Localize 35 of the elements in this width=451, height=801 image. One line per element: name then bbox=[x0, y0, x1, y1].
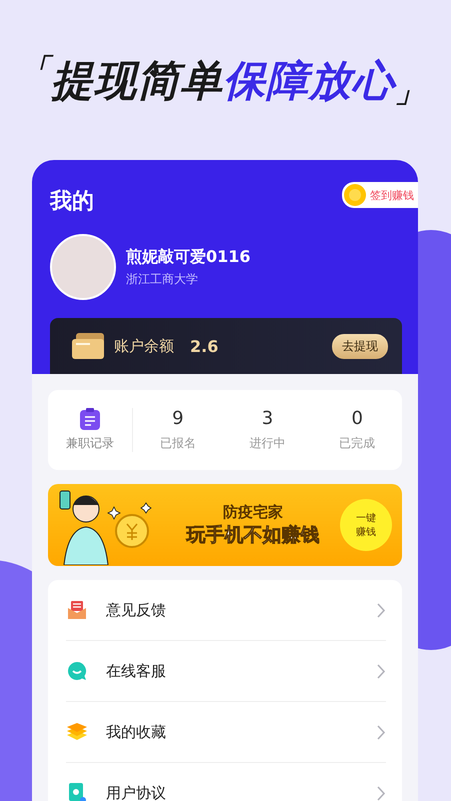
coin-icon bbox=[344, 184, 366, 206]
menu-item[interactable]: 我的收藏 bbox=[66, 702, 386, 763]
stat-value: 3 bbox=[262, 408, 274, 429]
stat-value: 9 bbox=[172, 408, 184, 429]
headline-highlight: 保障放心 bbox=[223, 55, 395, 107]
promo-banner[interactable]: 防疫宅家 玩手机不如赚钱 一键 赚钱 bbox=[48, 484, 402, 566]
chevron-right-icon bbox=[377, 602, 386, 618]
records-label[interactable]: 兼职记录 bbox=[66, 435, 114, 452]
headline-text: 提现简单 bbox=[51, 56, 223, 107]
withdraw-button[interactable]: 去提现 bbox=[332, 334, 388, 358]
menu-item[interactable]: 意见反馈 bbox=[66, 580, 386, 641]
user-name: 煎妮敲可爱0116 bbox=[126, 246, 251, 268]
headline-bracket: 「 bbox=[22, 50, 51, 88]
chevron-right-icon bbox=[377, 786, 386, 800]
user-school: 浙江工商大学 bbox=[126, 270, 199, 288]
menu-item[interactable]: 用户协议 bbox=[66, 763, 386, 801]
stat-label: 进行中 bbox=[250, 435, 286, 452]
chevron-right-icon bbox=[377, 664, 386, 678]
menu-item[interactable]: 在线客服 bbox=[66, 641, 386, 702]
banner-subtitle: 防疫宅家 bbox=[223, 502, 283, 522]
balance-label: 账户余额 bbox=[114, 336, 174, 356]
balance-amount: 2.6 bbox=[190, 336, 220, 356]
stat-label: 已完成 bbox=[339, 435, 376, 452]
chevron-right-icon bbox=[377, 724, 386, 740]
earn-button[interactable]: 一键 赚钱 bbox=[340, 499, 392, 551]
layers-icon bbox=[67, 723, 87, 741]
banner-title: 玩手机不如赚钱 bbox=[186, 522, 320, 548]
clipboard-icon[interactable] bbox=[80, 408, 100, 430]
wallet-icon bbox=[72, 333, 106, 359]
checkin-button[interactable]: 签到赚钱 bbox=[342, 182, 418, 208]
envelope-icon bbox=[68, 601, 86, 619]
chat-bubble-icon bbox=[67, 661, 87, 681]
stat-label: 已报名 bbox=[160, 435, 196, 452]
stat-value: 0 bbox=[351, 408, 363, 429]
page-title: 我的 bbox=[50, 188, 94, 216]
